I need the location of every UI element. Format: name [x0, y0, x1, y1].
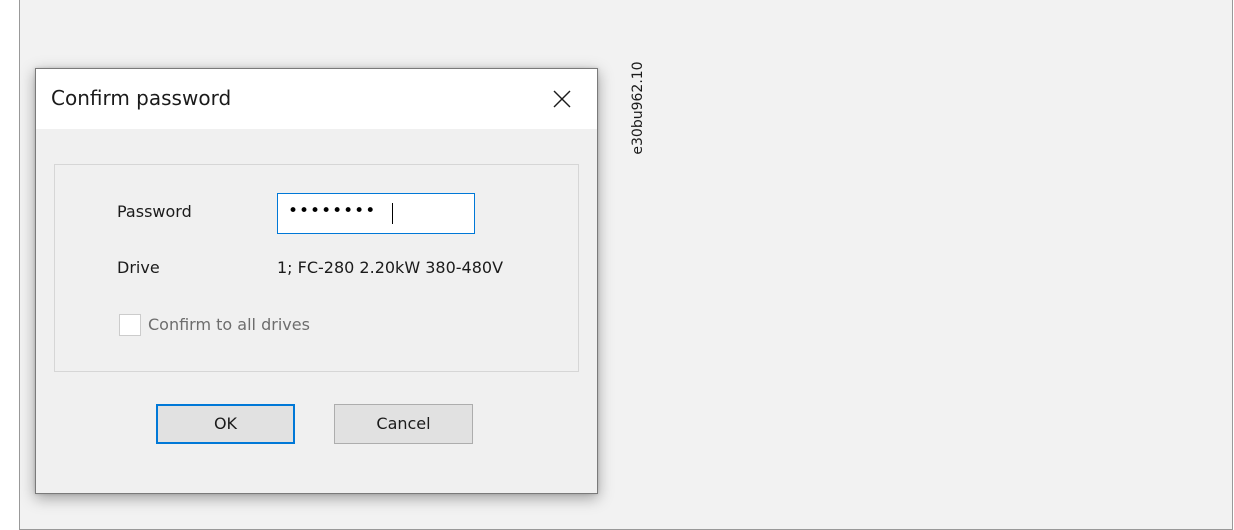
ok-button[interactable]: OK [156, 404, 295, 444]
drive-value: 1; FC-280 2.20kW 380-480V [277, 258, 504, 277]
close-button[interactable] [540, 79, 584, 119]
dialog-titlebar: Confirm password [36, 69, 597, 129]
confirm-all-drives-checkbox[interactable] [119, 314, 141, 336]
drive-label: Drive [117, 258, 160, 277]
cancel-button[interactable]: Cancel [334, 404, 473, 444]
confirm-password-dialog: Confirm password Password •••••••• Drive… [35, 68, 598, 494]
confirm-all-drives-label: Confirm to all drives [148, 315, 310, 334]
figure-id-label: e30bu962.10 [630, 61, 646, 155]
password-masked-value: •••••••• [288, 201, 377, 221]
password-input[interactable]: •••••••• [277, 193, 475, 234]
password-label: Password [117, 202, 192, 221]
dialog-title: Confirm password [51, 86, 232, 110]
close-icon [553, 90, 571, 108]
text-caret [392, 203, 393, 224]
